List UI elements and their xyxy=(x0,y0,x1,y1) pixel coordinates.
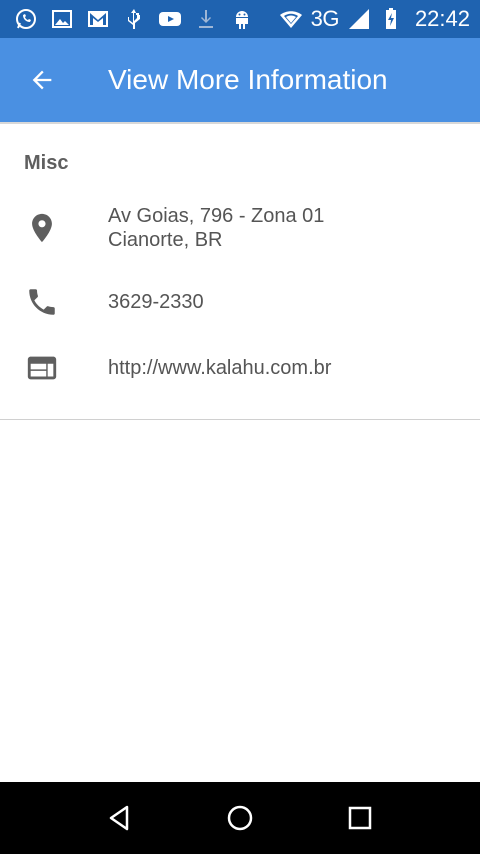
notification-icons xyxy=(14,7,254,31)
nav-recents-button[interactable] xyxy=(330,788,390,848)
wifi-icon xyxy=(279,7,303,31)
download-icon xyxy=(194,7,218,31)
phone-number: 3629-2330 xyxy=(108,291,204,313)
content-divider xyxy=(0,419,480,420)
address-line-2: Cianorte, BR xyxy=(108,229,223,251)
gallery-icon xyxy=(50,7,74,31)
address-line-1: Av Goias, 796 - Zona 01 xyxy=(108,205,325,227)
gmail-icon xyxy=(86,7,110,31)
section-title: Misc xyxy=(24,152,69,174)
web-icon xyxy=(24,350,60,386)
phone-icon xyxy=(24,284,60,320)
location-pin-icon xyxy=(24,210,60,246)
signal-icon xyxy=(347,7,371,31)
address-text: Av Goias, 796 - Zona 01 Cianorte, BR xyxy=(108,204,324,252)
system-status: 3G 22:42 xyxy=(279,7,470,31)
circle-home-icon xyxy=(227,805,253,831)
nav-back-button[interactable] xyxy=(90,788,150,848)
phone-row[interactable]: 3629-2330 xyxy=(0,284,480,324)
page-title: View More Information xyxy=(108,64,388,95)
triangle-back-icon xyxy=(109,805,129,831)
app-bar-divider xyxy=(0,122,480,124)
website-link[interactable]: http://www.kalahu.com.br xyxy=(108,356,331,380)
android-icon xyxy=(230,7,254,31)
address-row[interactable]: Av Goias, 796 - Zona 01 Cianorte, BR xyxy=(0,204,480,264)
square-recents-icon xyxy=(348,806,372,830)
app-bar: View More Information xyxy=(0,38,480,122)
status-bar: 3G 22:42 xyxy=(0,0,480,38)
nav-home-button[interactable] xyxy=(210,788,270,848)
battery-charging-icon xyxy=(379,7,403,31)
whatsapp-icon xyxy=(14,7,38,31)
arrow-back-icon xyxy=(32,70,52,90)
back-button[interactable] xyxy=(0,38,84,122)
usb-icon xyxy=(122,7,146,31)
clock: 22:42 xyxy=(414,6,470,31)
navigation-bar xyxy=(0,782,480,854)
website-row[interactable]: http://www.kalahu.com.br xyxy=(0,350,480,390)
youtube-icon xyxy=(158,7,182,31)
network-type: 3G xyxy=(310,6,340,31)
